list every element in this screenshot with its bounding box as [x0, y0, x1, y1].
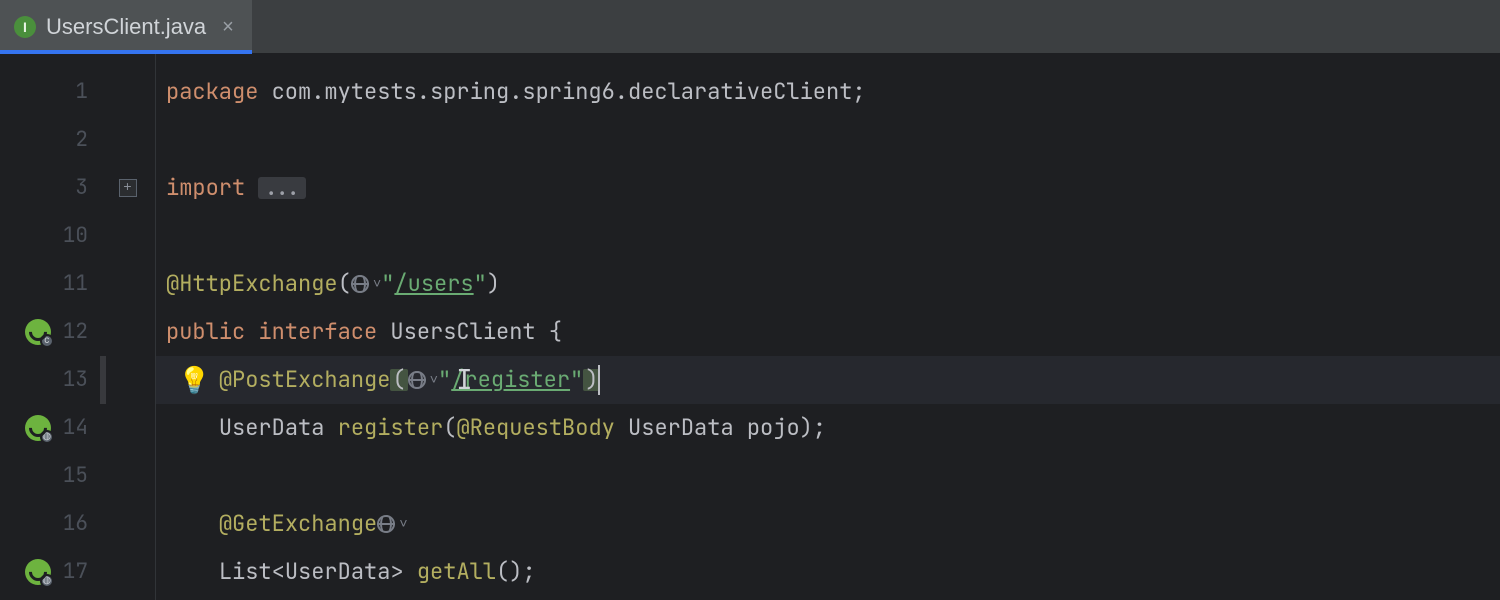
- editor: 1 2 3 10 11 c 12 13 ◍ 14 15 16 ◍ 17 + packa…: [0, 54, 1500, 600]
- code-line[interactable]: public interface UsersClient {: [156, 308, 1500, 356]
- line-number: 1: [75, 68, 88, 116]
- text-caret: [598, 365, 600, 395]
- line-number: 2: [75, 116, 88, 164]
- line-number: 11: [63, 260, 88, 308]
- spring-web-icon[interactable]: ◍: [25, 415, 51, 441]
- url-inlay-icon[interactable]: ˅: [408, 371, 438, 389]
- code-line[interactable]: [156, 212, 1500, 260]
- code-line[interactable]: @HttpExchange(˅"/users"): [156, 260, 1500, 308]
- spring-bean-icon[interactable]: c: [25, 319, 51, 345]
- tab-usersclient[interactable]: I UsersClient.java ×: [0, 0, 252, 53]
- line-number: 17: [63, 548, 88, 596]
- tab-filename: UsersClient.java: [46, 16, 206, 38]
- line-number: 10: [63, 212, 88, 260]
- line-number: 16: [63, 500, 88, 548]
- spring-web-icon[interactable]: ◍: [25, 559, 51, 585]
- intention-bulb-icon[interactable]: 💡: [178, 367, 210, 393]
- code-line[interactable]: @GetExchange˅: [156, 500, 1500, 548]
- line-number-gutter: 1 2 3 10 11 c 12 13 ◍ 14 15 16 ◍ 17: [0, 54, 100, 600]
- line-number: 13: [63, 356, 88, 404]
- url-inlay-icon[interactable]: ˅: [377, 515, 407, 533]
- line-number: 14: [63, 404, 88, 452]
- url-inlay-icon[interactable]: ˅: [351, 275, 381, 293]
- line-number: 3: [75, 164, 88, 212]
- code-line[interactable]: [156, 452, 1500, 500]
- folded-region[interactable]: ...: [258, 177, 306, 199]
- line-number: 15: [63, 452, 88, 500]
- editor-tabs: I UsersClient.java ×: [0, 0, 1500, 54]
- code-line[interactable]: UserData register(@RequestBody UserData …: [156, 404, 1500, 452]
- code-line[interactable]: import ...: [156, 164, 1500, 212]
- fold-expand-icon[interactable]: +: [119, 179, 137, 197]
- fold-gutter: +: [100, 54, 156, 600]
- close-icon[interactable]: ×: [222, 17, 234, 37]
- code-area[interactable]: package com.mytests.spring.spring6.decla…: [156, 54, 1500, 600]
- code-line[interactable]: package com.mytests.spring.spring6.decla…: [156, 68, 1500, 116]
- code-line[interactable]: [156, 116, 1500, 164]
- code-line[interactable]: List<UserData> getAll();: [156, 548, 1500, 596]
- interface-icon: I: [14, 16, 36, 38]
- line-number: 12: [63, 308, 88, 356]
- code-line-current[interactable]: 💡 @PostExchange(˅"/register") I: [156, 356, 1500, 404]
